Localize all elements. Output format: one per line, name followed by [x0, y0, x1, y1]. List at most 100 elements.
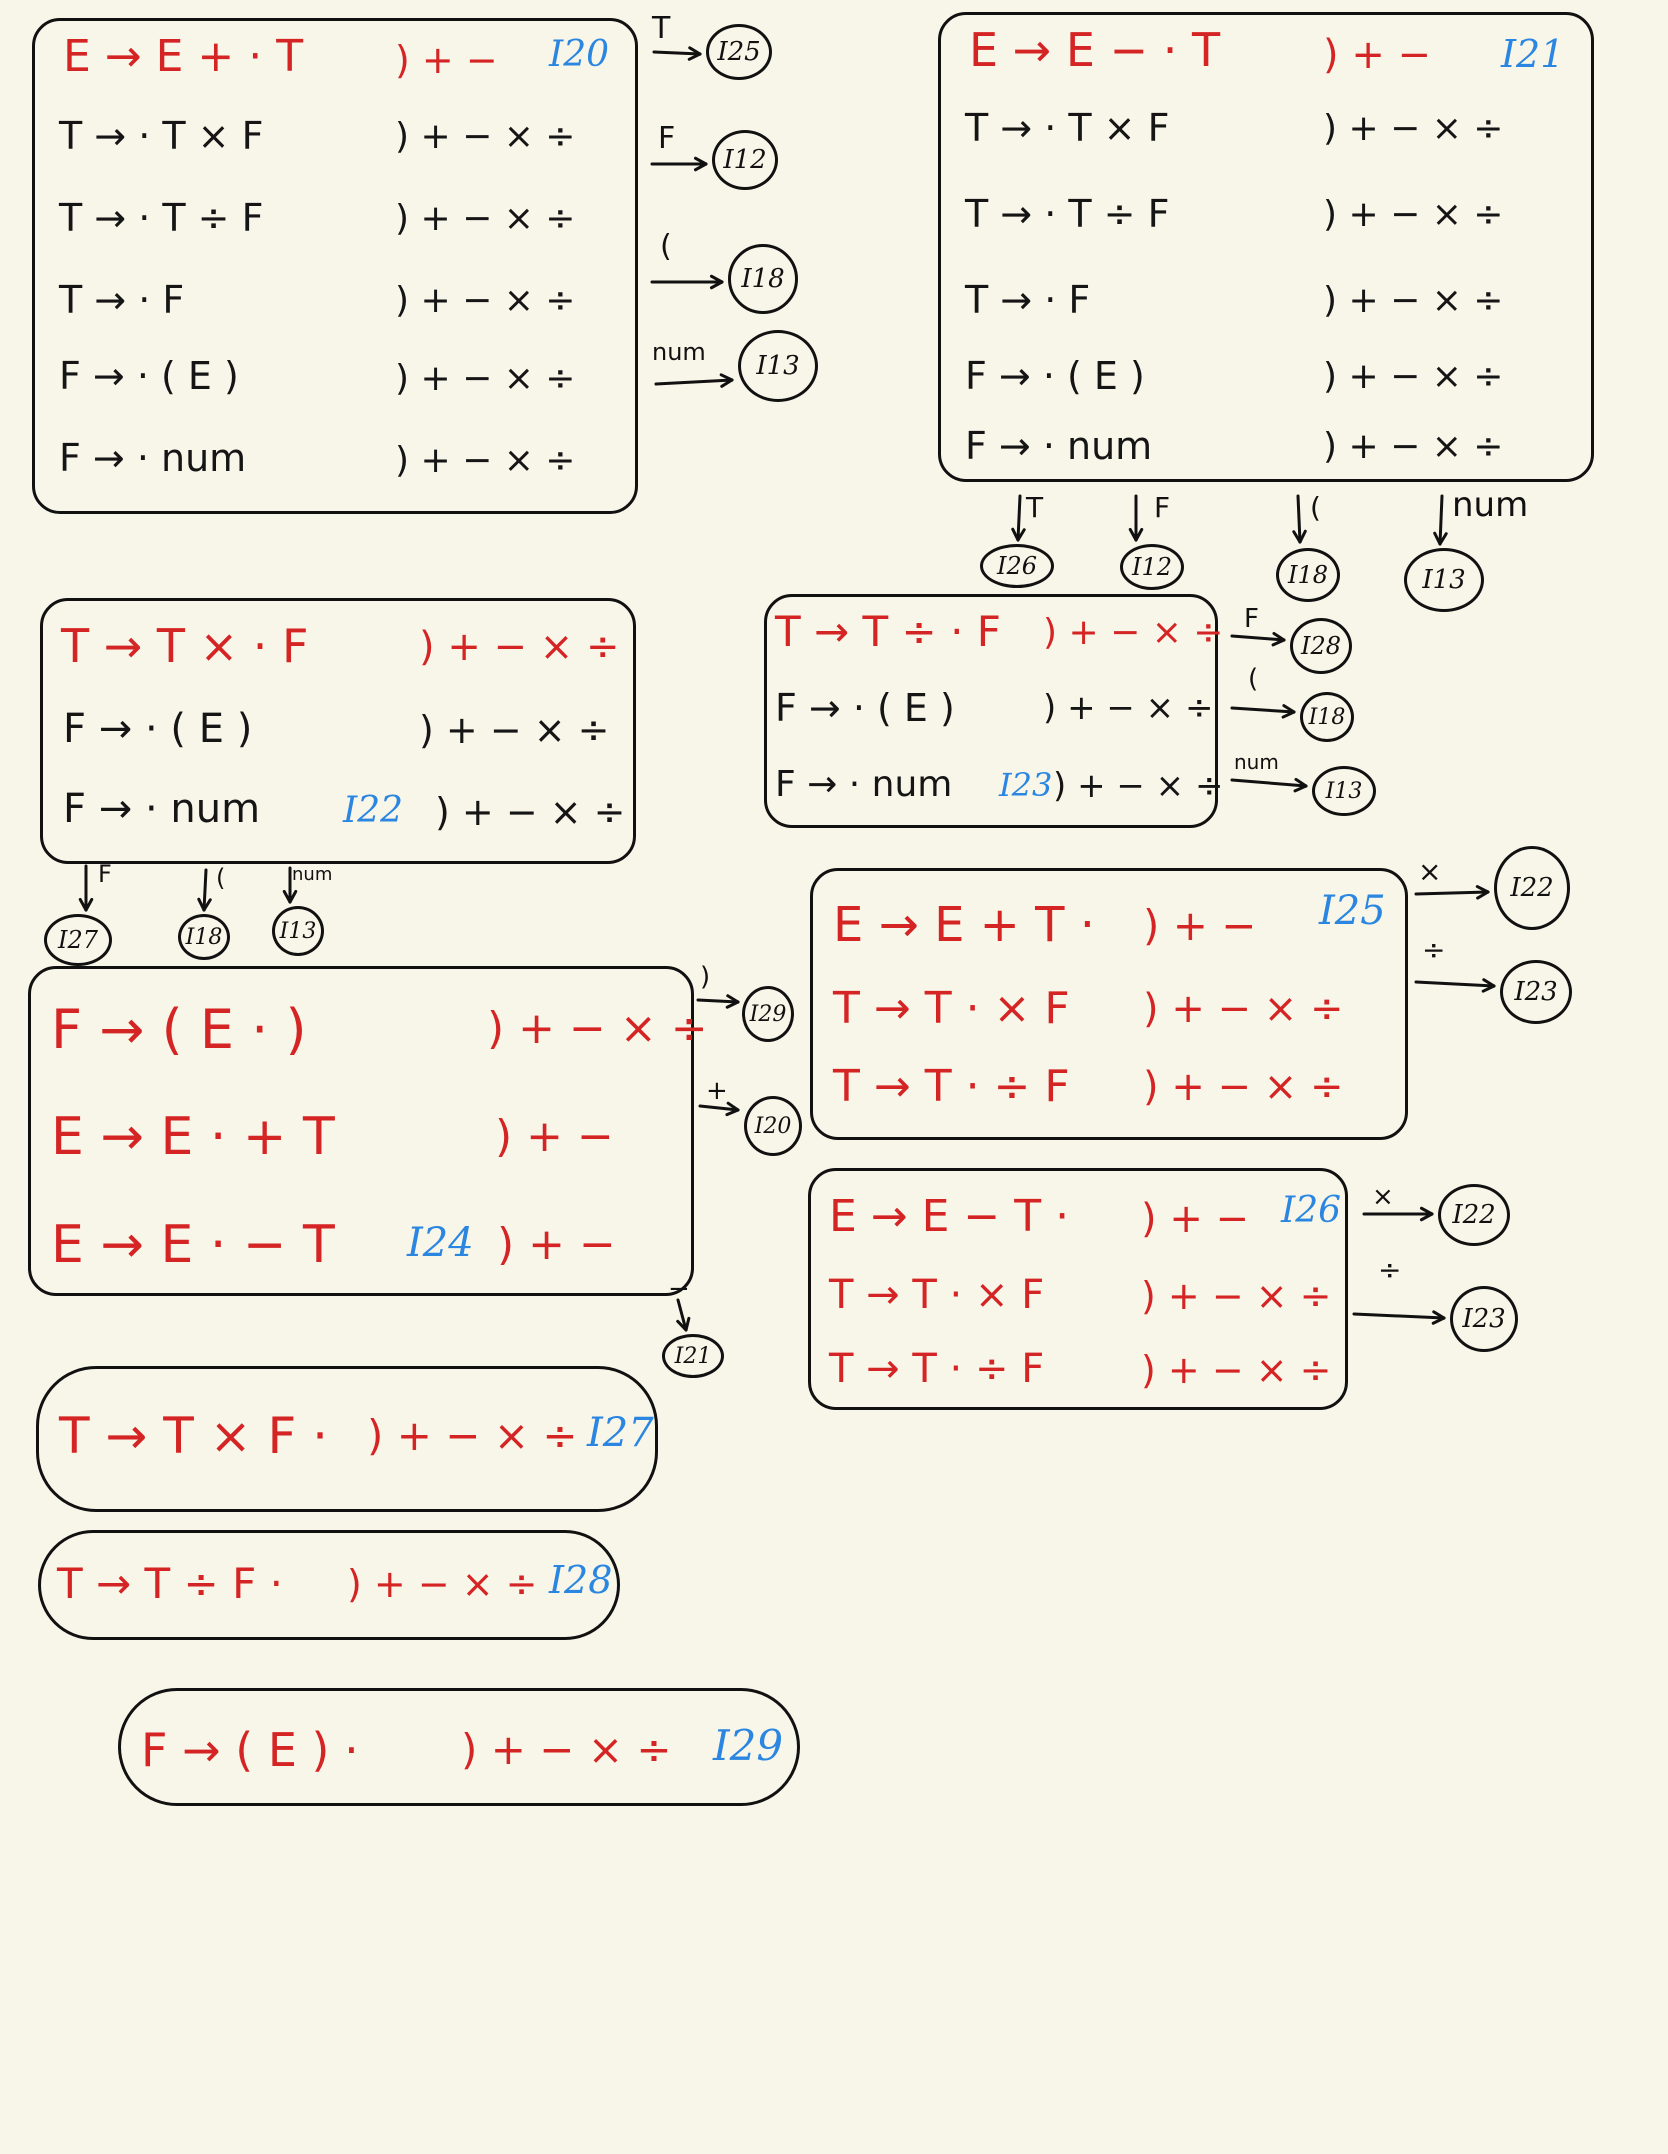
item-production: F → · ( E ) [63, 706, 253, 752]
state-label-I23: I23 [999, 766, 1053, 804]
item-lookahead: ) + − × ÷ [395, 440, 576, 481]
state-box-I20: E → E + · T ) + − I20 T → · T × F ) + − … [32, 18, 638, 514]
transition-symbol: × [1372, 1182, 1394, 1212]
arrow-I21-num [1433, 494, 1448, 546]
state-label-I27: I27 [587, 1410, 654, 1456]
transition-symbol: num [1234, 750, 1279, 774]
item-production: F → · ( E ) [59, 354, 239, 398]
arrow-I20-num [654, 373, 734, 388]
transition-symbol: F [658, 121, 676, 156]
item-production: T → T · × F [829, 1272, 1045, 1318]
target-state-circle: I13 [1312, 766, 1376, 816]
arrow-I26-divide [1352, 1310, 1446, 1325]
state-label-I21: I21 [1501, 32, 1565, 76]
transition-symbol: × [1418, 855, 1442, 888]
item-production: F → ( E · ) [51, 998, 307, 1061]
item-production: T → · T ÷ F [965, 192, 1170, 236]
state-label-I28: I28 [549, 1558, 613, 1602]
state-box-I22: T → T × · F ) + − × ÷ F → · ( E ) ) + − … [40, 598, 636, 864]
item-production: T → · T × F [59, 114, 264, 158]
item-production: T → T ÷ · F [775, 607, 1001, 656]
item-production: T → · F [965, 278, 1091, 322]
target-state-circle: I21 [662, 1334, 724, 1378]
state-label-I22: I22 [343, 790, 404, 831]
transition-symbol: F [98, 860, 112, 888]
item-production: T → T × F · [59, 1407, 328, 1465]
transition-symbol: num [652, 338, 706, 366]
item-lookahead: ) + − [495, 1111, 614, 1162]
arrow-I20-lparen [650, 274, 724, 290]
target-state-circle: I18 [728, 244, 798, 314]
item-lookahead: ) + − × ÷ [1323, 356, 1504, 397]
arrow-I22-F [78, 864, 94, 912]
target-state-circle: I23 [1500, 960, 1572, 1024]
item-production: T → · T ÷ F [59, 196, 264, 240]
target-state-circle: I22 [1438, 1184, 1510, 1246]
item-production: T → T × · F [61, 619, 309, 673]
arrow-I22-lparen [197, 868, 212, 912]
target-state-circle: I18 [1276, 548, 1340, 602]
item-production: E → E + T · [833, 897, 1095, 953]
transition-symbol: ( [1310, 491, 1321, 524]
state-box-I29: F → ( E ) · ) + − × ÷ I29 [118, 1688, 800, 1806]
target-state-circle: I22 [1494, 846, 1570, 930]
item-lookahead: ) + − × ÷ [1323, 194, 1504, 235]
item-production: E → E − T · [829, 1191, 1070, 1242]
transition-symbol: ( [1248, 664, 1259, 694]
item-lookahead: ) + − × ÷ [395, 116, 576, 157]
item-production: E → E · + T [51, 1107, 335, 1167]
item-production: F → · num [775, 764, 953, 805]
state-box-I27: T → T × F · ) + − × ÷ I27 [36, 1366, 658, 1512]
arrow-I21-T [1011, 494, 1026, 542]
target-state-circle: I29 [742, 986, 794, 1042]
item-production: F → · num [59, 436, 247, 480]
item-production: E → E + · T [63, 31, 304, 82]
item-production: F → ( E ) · [141, 1723, 359, 1777]
item-lookahead: ) + − × ÷ [1323, 108, 1504, 149]
item-lookahead: ) + − × ÷ [347, 1562, 538, 1606]
target-state-circle: I18 [178, 914, 230, 960]
state-box-I28: T → T ÷ F · ) + − × ÷ I28 [38, 1530, 620, 1640]
state-label-I29: I29 [713, 1721, 784, 1770]
item-lookahead: ) + − × ÷ [395, 358, 576, 399]
arrow-I23-F [1230, 631, 1286, 647]
target-state-circle: I13 [738, 330, 818, 402]
target-state-circle: I25 [706, 24, 772, 80]
item-lookahead: ) + − × ÷ [487, 1003, 708, 1054]
item-production: E → E − · T [969, 23, 1221, 77]
item-production: F → · ( E ) [965, 354, 1145, 398]
item-production: F → · num [965, 424, 1153, 468]
item-lookahead: ) + − × ÷ [419, 708, 610, 752]
item-production: E → E · − T [51, 1215, 335, 1275]
state-box-I21: E → E − · T ) + − I21 T → · T × F ) + − … [938, 12, 1594, 482]
transition-symbol: T [652, 11, 671, 46]
item-lookahead: ) + − [497, 1219, 616, 1270]
transition-symbol: + [706, 1076, 728, 1106]
item-production: F → · num [63, 786, 261, 832]
target-state-circle: I12 [712, 130, 778, 190]
item-lookahead: ) + − × ÷ [1143, 1064, 1344, 1110]
item-production: T → T ÷ F · [57, 1559, 283, 1608]
transition-symbol: ( [216, 864, 226, 892]
transition-symbol: ÷ [1378, 1253, 1402, 1286]
target-state-circle: I27 [44, 914, 112, 966]
state-box-I24: F → ( E · ) ) + − × ÷ E → E · + T ) + − … [28, 966, 708, 1296]
state-label-I24: I24 [407, 1220, 474, 1266]
target-state-circle: I23 [1450, 1286, 1518, 1352]
item-lookahead: ) + − × ÷ [395, 280, 576, 321]
item-production: T → · T × F [965, 106, 1170, 150]
item-lookahead: ) + − × ÷ [1053, 766, 1224, 806]
state-label-I25: I25 [1319, 888, 1386, 934]
item-lookahead: ) + − [395, 38, 498, 82]
item-lookahead: ) + − × ÷ [1043, 688, 1214, 728]
transition-symbol: F [1154, 491, 1171, 524]
item-lookahead: ) + − × ÷ [1143, 986, 1344, 1032]
item-lookahead: ) + − [1141, 1196, 1250, 1242]
transition-symbol: F [1244, 604, 1259, 634]
transition-symbol: num [1452, 485, 1529, 525]
item-lookahead: ) + − × ÷ [395, 198, 576, 239]
target-state-circle: I13 [1404, 548, 1484, 612]
arrow-I25-divide [1414, 978, 1496, 993]
state-label-I26: I26 [1281, 1190, 1342, 1231]
transition-symbol: ÷ [1422, 933, 1446, 966]
